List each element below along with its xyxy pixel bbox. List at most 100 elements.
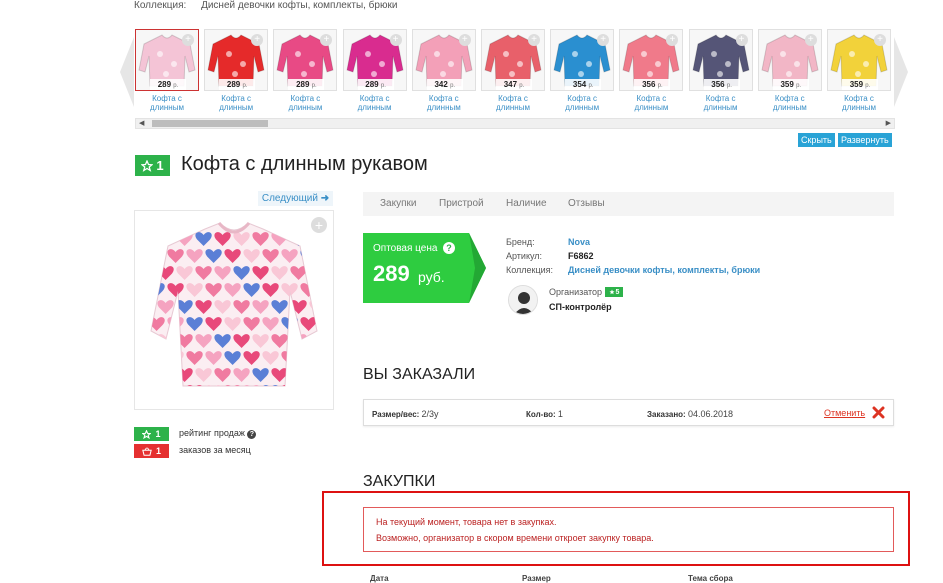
carousel-item-image[interactable]: +289 р. [342,29,407,91]
help-icon[interactable]: ? [247,430,257,439]
carousel-item[interactable]: +289 р. Кофта с длинным [204,29,269,119]
carousel-item-price-currency: р. [173,83,179,89]
carousel-item-name[interactable]: Кофта с длинным [619,94,683,112]
organizer-rating-badge: 5 [605,287,623,297]
brand-value[interactable]: Nova [568,237,590,247]
organizer-name[interactable]: СП-контролёр [549,302,612,312]
close-icon [872,406,885,419]
carousel-prev-button[interactable] [120,37,134,107]
carousel-item-price-currency: р. [450,83,456,89]
heart-pattern-shape [151,249,165,263]
carousel-item-name[interactable]: Кофта с длинным [550,94,614,112]
carousel-item-name[interactable]: Кофта с длинным [343,94,407,112]
carousel-item-price-value: 289 [296,80,310,89]
tab-pristroy[interactable]: Пристрой [439,192,484,216]
product-main-image[interactable]: + [134,210,334,410]
heart-pattern-shape [205,385,222,386]
add-icon[interactable]: + [874,34,886,46]
organizer-rating-value: 5 [615,288,620,296]
add-icon[interactable]: + [182,34,194,46]
carousel-item-price: 342 р. [426,79,463,90]
heart-pattern-shape [290,368,307,382]
carousel-item-image[interactable]: +289 р. [204,29,269,91]
carousel-item-name[interactable]: Кофта с длинным [827,94,891,112]
star-icon [609,289,615,295]
cancel-order-button[interactable] [872,406,885,424]
order-date-value: 04.06.2018 [687,409,733,419]
orders-month-label: заказов за месяц [179,445,251,455]
product-shirt-image [150,222,318,387]
carousel-item[interactable]: +359 р. Кофта с длинным [757,29,822,119]
carousel-item-price-currency: р. [380,83,386,89]
carousel-item-price-currency: р. [865,83,871,89]
heart-pattern-shape [151,385,165,386]
price-help-icon[interactable]: ? [443,242,455,254]
carousel-scrollbar[interactable]: ◀ ▶ [135,118,895,129]
arrow-right-icon: ➜ [320,193,330,204]
carousel-item-price: 347 р. [496,79,532,90]
organizer-avatar[interactable] [508,285,538,315]
sales-rating-text: рейтинг продаж [179,428,245,438]
carousel-item[interactable]: +356 р. Кофта с длинным [688,29,753,119]
carousel-item[interactable]: +347 р. Кофта с длинным [481,29,545,119]
wholesale-price-label: Оптовая цена [373,243,438,254]
cancel-order-link[interactable]: Отменить [824,408,865,418]
tab-reviews[interactable]: Отзывы [568,192,605,216]
carousel-item-image[interactable]: +347 р. [481,29,545,91]
carousel-item-image[interactable]: +356 р. [619,29,684,91]
collection-value[interactable]: Дисней девочки кофты, комплекты, брюки [568,265,760,275]
carousel-item-image[interactable]: +289 р. [135,29,199,91]
carousel-item[interactable]: +289 р. Кофта с длинным [342,29,407,119]
carousel-item[interactable]: +289 р. Кофта с длинным [135,29,199,119]
order-qty-label: Кол-во: [526,410,556,419]
carousel-item-name[interactable]: Кофта с длинным [412,94,476,112]
hide-button[interactable]: Скрыть [798,133,835,147]
wholesale-price-box: Оптовая цена ? 289 руб. [363,233,486,303]
carousel-item-price-currency: р. [726,83,732,89]
expand-button[interactable]: Развернуть [838,133,892,147]
scroll-left-arrow-icon[interactable]: ◀ [139,119,144,128]
carousel-item-price: 354 р. [565,79,602,90]
carousel-item-name[interactable]: Кофта с длинным [204,94,268,112]
carousel-item-price-currency: р. [242,83,248,89]
chevron-right-icon [894,37,908,107]
add-icon[interactable]: + [528,34,540,46]
carousel-item-image[interactable]: +289 р. [273,29,338,91]
carousel-item[interactable]: +289 р. Кофта с длинным [273,29,338,119]
wholesale-price-currency: руб. [418,269,445,285]
add-icon[interactable]: + [458,34,471,46]
add-icon[interactable]: + [804,34,817,46]
collection-line-value[interactable]: Дисней девочки кофты, комплекты, брюки [201,0,397,11]
tab-availability[interactable]: Наличие [506,192,547,216]
star-icon [142,429,152,439]
carousel-item-image[interactable]: +354 р. [550,29,615,91]
zoom-plus-icon[interactable]: + [311,217,327,233]
carousel-next-button[interactable] [894,37,908,107]
notice-line-2: Возможно, организатор в скором времени о… [376,533,654,543]
scrollbar-thumb[interactable] [152,120,268,127]
carousel-item-name[interactable]: Кофта с длинным [689,94,753,112]
next-product-link[interactable]: Следующий ➜ [258,191,333,206]
order-date: Заказано: 04.06.2018 [647,409,733,419]
carousel-item-image[interactable]: +356 р. [688,29,753,91]
star-icon [141,159,154,172]
scroll-right-arrow-icon[interactable]: ▶ [886,119,891,128]
sales-rating-label: рейтинг продаж ? [179,428,257,439]
carousel-item-name[interactable]: Кофта с длинным [273,94,337,112]
order-size-value: 2/3y [421,409,439,419]
carousel-item-image[interactable]: +359 р. [827,29,891,91]
carousel-item[interactable]: +359 р. Кофта с длинным [827,29,891,119]
carousel-item-name[interactable]: Кофта с длинным [481,94,545,112]
add-icon[interactable]: + [389,34,402,46]
carousel-item[interactable]: +342 р. Кофта с длинным [411,29,476,119]
carousel-item-name[interactable]: Кофта с длинным [758,94,822,112]
carousel-item[interactable]: +356 р. Кофта с длинным [619,29,684,119]
carousel-item-image[interactable]: +359 р. [757,29,822,91]
carousel-item-name[interactable]: Кофта с длинным [135,94,199,112]
notice-line-1: На текущий момент, товара нет в закупках… [376,517,557,527]
carousel-item-image[interactable]: +342 р. [411,29,476,91]
carousel-item[interactable]: +354 р. Кофта с длинным [550,29,615,119]
heart-pattern-shape [157,232,174,246]
tab-purchases[interactable]: Закупки [380,192,416,216]
add-icon[interactable]: + [735,34,748,46]
